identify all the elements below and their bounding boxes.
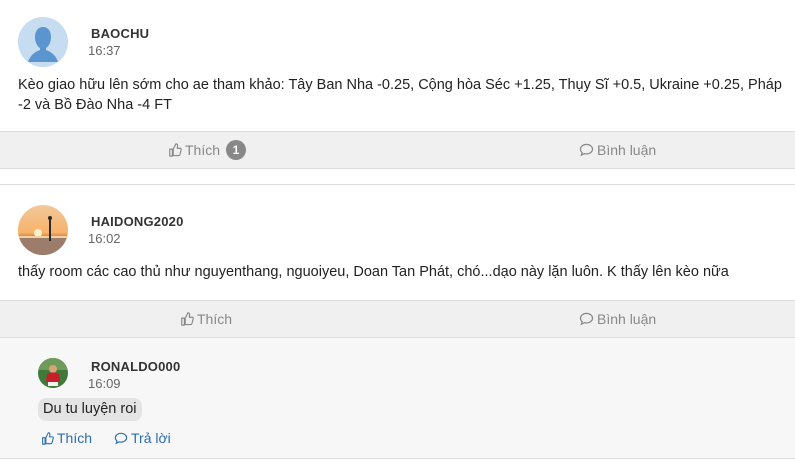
reply-button[interactable]: Trả lời — [114, 429, 171, 447]
comment-button[interactable]: Bình luận — [579, 132, 656, 168]
post-action-bar: Thích Bình luận — [0, 300, 795, 338]
reply-like-button[interactable]: Thích — [41, 429, 92, 447]
post-author[interactable]: BAOCHU — [91, 26, 149, 41]
like-label: Thích — [197, 311, 233, 327]
post-author[interactable]: HAIDONG2020 — [91, 214, 184, 229]
comment-label: Bình luận — [597, 311, 657, 327]
avatar-default-user-icon[interactable] — [18, 17, 68, 67]
post-time: 16:02 — [88, 231, 121, 246]
like-button[interactable]: Thích 1 — [168, 132, 247, 168]
comment-bubble-icon — [114, 432, 128, 445]
thumbs-up-icon — [180, 312, 194, 326]
reply-label: Trả lời — [131, 430, 171, 446]
like-label: Thích — [185, 142, 221, 158]
comment-button[interactable]: Bình luận — [579, 301, 656, 337]
thumbs-up-icon — [41, 431, 54, 445]
post-content: thấy room các cao thủ như nguyenthang, n… — [18, 264, 729, 280]
thumbs-up-icon — [168, 143, 182, 157]
comment-bubble-icon — [579, 312, 594, 326]
reply-content: Du tu luyện roi — [38, 398, 142, 421]
avatar-sunset-photo[interactable] — [18, 205, 68, 255]
comment-label: Bình luận — [597, 142, 657, 158]
reply-time: 16:09 — [88, 376, 121, 391]
post-time: 16:37 — [88, 43, 121, 58]
like-button[interactable]: Thích — [180, 301, 232, 337]
post-divider — [0, 184, 795, 185]
like-count-badge: 1 — [226, 140, 247, 160]
reply-author[interactable]: RONALDO000 — [91, 359, 180, 374]
comment-bubble-icon — [579, 143, 594, 157]
reply-like-label: Thích — [57, 430, 93, 446]
reply-avatar-player-photo[interactable] — [38, 358, 68, 388]
post-action-bar: Thích 1 Bình luận — [0, 131, 795, 169]
reply-bottom-divider — [0, 458, 795, 459]
post-content: Kèo giao hữu lên sớm cho ae tham khảo: T… — [18, 77, 782, 113]
